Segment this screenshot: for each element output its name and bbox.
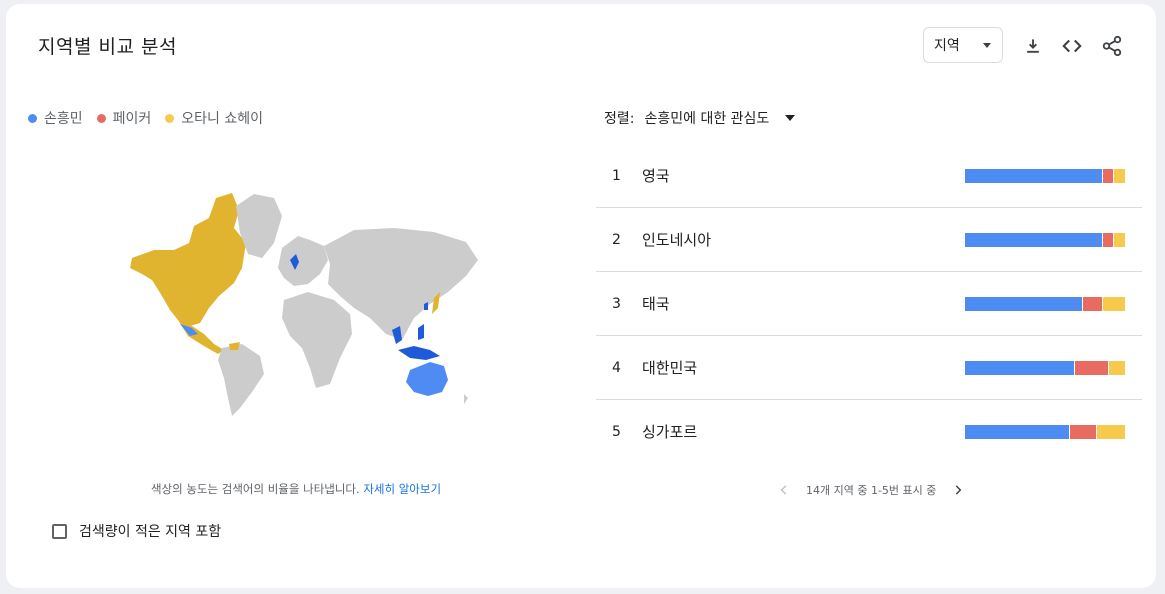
region-rank: 4	[612, 359, 621, 376]
prev-page-icon[interactable]	[776, 482, 792, 498]
map-region-indonesia	[398, 346, 440, 360]
regional-comparison-card: 지역별 비교 분석 지역 손흥민 페이커 오타니 쇼헤이 색상의 농도는 검색어…	[6, 4, 1156, 588]
region-select[interactable]: 지역	[923, 27, 1003, 63]
bar-seg-ohtani	[1109, 360, 1125, 375]
legend-label: 페이커	[112, 111, 152, 127]
map-note: 색상의 농도는 검색어의 비율을 나타냅니다. 자세히 알아보기	[6, 481, 586, 497]
bar-seg-faker	[1075, 360, 1110, 375]
bar-seg-son	[965, 296, 1083, 311]
region-name: 인도네시아	[642, 231, 712, 249]
region-bar	[965, 424, 1125, 439]
pagination: 14개 지역 중 1-5번 표시 중	[776, 482, 966, 498]
download-icon[interactable]	[1022, 35, 1044, 57]
chevron-down-icon	[983, 43, 991, 48]
world-map[interactable]	[114, 188, 484, 418]
low-volume-label: 검색량이 적은 지역 포함	[79, 524, 222, 540]
sort-control[interactable]: 정렬: 손흥민에 대한 관심도	[604, 108, 796, 128]
sort-value: 손흥민에 대한 관심도	[644, 111, 770, 127]
map-note-text: 색상의 농도는 검색어의 비율을 나타냅니다.	[150, 482, 364, 496]
legend-dot	[28, 113, 37, 123]
region-row[interactable]: 2 인도네시아	[596, 208, 1142, 272]
embed-icon[interactable]	[1061, 35, 1083, 57]
map-region-europe	[278, 236, 328, 286]
region-rank: 1	[612, 167, 621, 184]
bar-seg-son	[965, 360, 1076, 375]
map-region-south-america	[218, 344, 264, 416]
map-region-africa	[282, 292, 352, 388]
bar-seg-son	[965, 168, 1104, 183]
legend: 손흥민 페이커 오타니 쇼헤이	[28, 108, 263, 128]
bar-seg-son	[965, 232, 1104, 247]
region-bar	[965, 296, 1125, 311]
bar-seg-ohtani	[1096, 424, 1125, 439]
card-title: 지역별 비교 분석	[38, 36, 177, 58]
legend-item-faker: 페이커	[96, 108, 152, 128]
bar-seg-ohtani	[1113, 168, 1125, 183]
learn-more-link[interactable]: 자세히 알아보기	[363, 482, 441, 496]
next-page-icon[interactable]	[950, 482, 966, 498]
legend-label: 손흥민	[44, 111, 83, 127]
pagination-text: 14개 지역 중 1-5번 표시 중	[806, 484, 937, 497]
region-name: 영국	[642, 167, 670, 185]
low-volume-toggle[interactable]: 검색량이 적은 지역 포함	[52, 521, 221, 541]
region-row[interactable]: 3 태국	[596, 272, 1142, 336]
legend-item-ohtani: 오타니 쇼헤이	[165, 108, 263, 128]
region-bar	[965, 168, 1125, 183]
region-rank: 3	[612, 295, 621, 312]
legend-item-son: 손흥민	[28, 108, 83, 128]
region-row[interactable]: 1 영국	[596, 144, 1142, 208]
map-region-new-zealand	[464, 394, 468, 404]
bar-seg-ohtani	[1113, 232, 1125, 247]
bar-seg-faker	[1082, 296, 1103, 311]
region-select-value: 지역	[934, 38, 960, 54]
bar-seg-faker	[1103, 168, 1114, 183]
region-name: 대한민국	[642, 359, 698, 377]
region-bar	[965, 232, 1125, 247]
map-region-philippines	[418, 324, 424, 340]
region-row[interactable]: 5 싱가포르	[596, 400, 1142, 463]
legend-label: 오타니 쇼헤이	[181, 111, 264, 127]
sort-label: 정렬:	[604, 111, 635, 127]
legend-dot	[165, 113, 175, 123]
bar-seg-son	[965, 424, 1071, 439]
low-volume-checkbox[interactable]	[52, 523, 67, 539]
region-name: 태국	[642, 295, 670, 313]
legend-dot	[96, 113, 106, 123]
caret-down-icon	[785, 115, 796, 121]
bar-seg-faker	[1103, 232, 1114, 247]
map-region-central-america	[178, 320, 224, 354]
region-bar	[965, 360, 1125, 375]
share-icon[interactable]	[1101, 35, 1123, 57]
bar-seg-faker	[1070, 424, 1097, 439]
region-name: 싱가포르	[642, 423, 698, 441]
map-region-north-america	[130, 193, 246, 326]
region-rank: 5	[612, 423, 621, 440]
bar-seg-ohtani	[1102, 296, 1125, 311]
region-rank: 2	[612, 231, 621, 248]
region-list: 1 영국 2 인도네시아 3 태국 4 대한민국 5 싱가포르	[596, 144, 1142, 463]
region-row[interactable]: 4 대한민국	[596, 336, 1142, 400]
map-region-australia	[406, 362, 448, 396]
